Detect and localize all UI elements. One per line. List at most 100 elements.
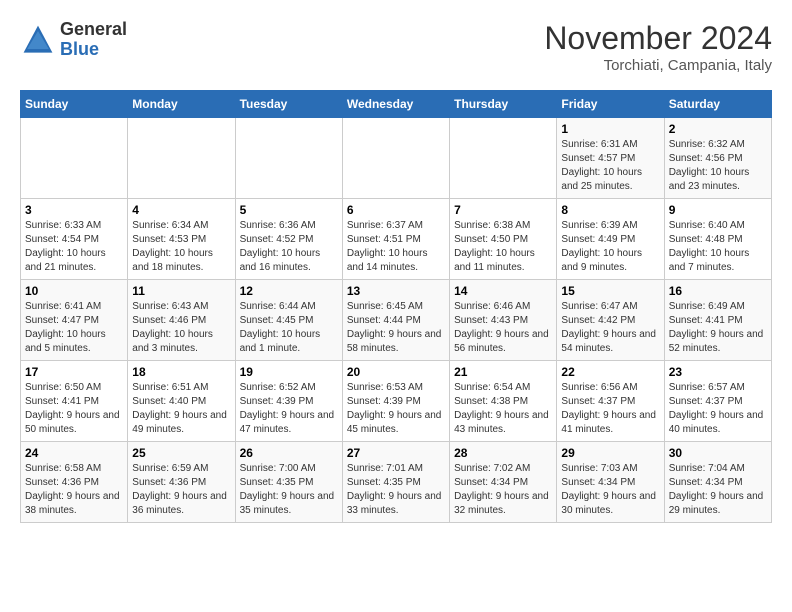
calendar-cell: 26 Sunrise: 7:00 AM Sunset: 4:35 PM Dayli… [235,442,342,523]
day-number: 9 [669,203,767,217]
day-info: Sunrise: 6:54 AM Sunset: 4:38 PM Dayligh… [454,381,552,437]
weekday-header-row: SundayMondayTuesdayWednesdayThursdayFrid… [21,91,772,118]
day-info: Sunrise: 6:44 AM Sunset: 4:45 PM Dayligh… [240,300,338,356]
calendar-cell: 7 Sunrise: 6:38 AM Sunset: 4:50 PM Daylig… [450,199,557,280]
day-number: 13 [347,284,445,298]
day-info: Sunrise: 7:01 AM Sunset: 4:35 PM Dayligh… [347,462,445,518]
day-info: Sunrise: 6:36 AM Sunset: 4:52 PM Dayligh… [240,219,338,275]
calendar-cell: 1Sunrise: 6:31 AM Sunset: 4:57 PM Daylig… [557,118,664,199]
calendar-cell: 4 Sunrise: 6:34 AM Sunset: 4:53 PM Daylig… [128,199,235,280]
location-subtitle: Torchiati, Campania, Italy [544,57,772,74]
title-section: November 2024 Torchiati, Campania, Italy [544,20,772,74]
day-info: Sunrise: 6:49 AM Sunset: 4:41 PM Dayligh… [669,300,767,356]
day-number: 11 [132,284,230,298]
calendar-cell [450,118,557,199]
calendar-cell: 5 Sunrise: 6:36 AM Sunset: 4:52 PM Daylig… [235,199,342,280]
day-info: Sunrise: 6:40 AM Sunset: 4:48 PM Dayligh… [669,219,767,275]
day-number: 27 [347,446,445,460]
day-number: 20 [347,365,445,379]
day-info: Sunrise: 7:04 AM Sunset: 4:34 PM Dayligh… [669,462,767,518]
day-number: 22 [561,365,659,379]
calendar-table: SundayMondayTuesdayWednesdayThursdayFrid… [20,90,772,523]
day-number: 23 [669,365,767,379]
day-number: 19 [240,365,338,379]
day-info: Sunrise: 6:59 AM Sunset: 4:36 PM Dayligh… [132,462,230,518]
day-number: 7 [454,203,552,217]
month-title: November 2024 [544,20,772,57]
day-number: 8 [561,203,659,217]
page-header: General Blue November 2024 Torchiati, Ca… [20,20,772,74]
calendar-cell: 14Sunrise: 6:46 AM Sunset: 4:43 PM Dayli… [450,280,557,361]
day-info: Sunrise: 6:58 AM Sunset: 4:36 PM Dayligh… [25,462,123,518]
day-info: Sunrise: 6:39 AM Sunset: 4:49 PM Dayligh… [561,219,659,275]
day-info: Sunrise: 6:45 AM Sunset: 4:44 PM Dayligh… [347,300,445,356]
logo-text: General Blue [60,20,127,60]
logo-icon [20,22,56,58]
calendar-cell [235,118,342,199]
day-info: Sunrise: 6:34 AM Sunset: 4:53 PM Dayligh… [132,219,230,275]
day-number: 29 [561,446,659,460]
calendar-cell: 16 Sunrise: 6:49 AM Sunset: 4:41 PM Dayli… [664,280,771,361]
calendar-cell: 22Sunrise: 6:56 AM Sunset: 4:37 PM Dayli… [557,361,664,442]
calendar-cell [128,118,235,199]
calendar-week-row: 24Sunrise: 6:58 AM Sunset: 4:36 PM Dayli… [21,442,772,523]
day-number: 6 [347,203,445,217]
day-number: 16 [669,284,767,298]
day-number: 15 [561,284,659,298]
day-number: 2 [669,122,767,136]
calendar-cell [342,118,449,199]
day-info: Sunrise: 6:38 AM Sunset: 4:50 PM Dayligh… [454,219,552,275]
day-info: Sunrise: 6:43 AM Sunset: 4:46 PM Dayligh… [132,300,230,356]
calendar-cell: 10 Sunrise: 6:41 AM Sunset: 4:47 PM Dayli… [21,280,128,361]
weekday-header: Thursday [450,91,557,118]
day-info: Sunrise: 6:51 AM Sunset: 4:40 PM Dayligh… [132,381,230,437]
calendar-week-row: 1Sunrise: 6:31 AM Sunset: 4:57 PM Daylig… [21,118,772,199]
day-number: 12 [240,284,338,298]
calendar-cell: 27 Sunrise: 7:01 AM Sunset: 4:35 PM Dayli… [342,442,449,523]
weekday-header: Monday [128,91,235,118]
calendar-cell: 3 Sunrise: 6:33 AM Sunset: 4:54 PM Daylig… [21,199,128,280]
calendar-cell: 8 Sunrise: 6:39 AM Sunset: 4:49 PM Daylig… [557,199,664,280]
day-number: 26 [240,446,338,460]
day-info: Sunrise: 6:52 AM Sunset: 4:39 PM Dayligh… [240,381,338,437]
day-number: 1 [561,122,659,136]
day-info: Sunrise: 7:03 AM Sunset: 4:34 PM Dayligh… [561,462,659,518]
day-info: Sunrise: 6:47 AM Sunset: 4:42 PM Dayligh… [561,300,659,356]
calendar-cell: 11 Sunrise: 6:43 AM Sunset: 4:46 PM Dayli… [128,280,235,361]
day-number: 10 [25,284,123,298]
calendar-week-row: 17 Sunrise: 6:50 AM Sunset: 4:41 PM Dayli… [21,361,772,442]
calendar-cell: 2 Sunrise: 6:32 AM Sunset: 4:56 PM Daylig… [664,118,771,199]
weekday-header: Wednesday [342,91,449,118]
day-number: 21 [454,365,552,379]
logo-general: General [60,19,127,39]
day-number: 17 [25,365,123,379]
calendar-cell: 6Sunrise: 6:37 AM Sunset: 4:51 PM Daylig… [342,199,449,280]
day-info: Sunrise: 6:33 AM Sunset: 4:54 PM Dayligh… [25,219,123,275]
calendar-cell: 19 Sunrise: 6:52 AM Sunset: 4:39 PM Dayli… [235,361,342,442]
day-number: 3 [25,203,123,217]
day-info: Sunrise: 6:41 AM Sunset: 4:47 PM Dayligh… [25,300,123,356]
day-info: Sunrise: 7:02 AM Sunset: 4:34 PM Dayligh… [454,462,552,518]
calendar-cell: 21 Sunrise: 6:54 AM Sunset: 4:38 PM Dayli… [450,361,557,442]
day-info: Sunrise: 6:32 AM Sunset: 4:56 PM Dayligh… [669,138,767,194]
day-number: 4 [132,203,230,217]
weekday-header: Friday [557,91,664,118]
logo-blue: Blue [60,39,99,59]
calendar-cell: 12 Sunrise: 6:44 AM Sunset: 4:45 PM Dayli… [235,280,342,361]
day-info: Sunrise: 7:00 AM Sunset: 4:35 PM Dayligh… [240,462,338,518]
day-number: 25 [132,446,230,460]
calendar-cell: 9 Sunrise: 6:40 AM Sunset: 4:48 PM Daylig… [664,199,771,280]
day-number: 30 [669,446,767,460]
calendar-cell: 30 Sunrise: 7:04 AM Sunset: 4:34 PM Dayli… [664,442,771,523]
day-info: Sunrise: 6:50 AM Sunset: 4:41 PM Dayligh… [25,381,123,437]
calendar-week-row: 3 Sunrise: 6:33 AM Sunset: 4:54 PM Daylig… [21,199,772,280]
weekday-header: Tuesday [235,91,342,118]
day-info: Sunrise: 6:46 AM Sunset: 4:43 PM Dayligh… [454,300,552,356]
calendar-cell: 18 Sunrise: 6:51 AM Sunset: 4:40 PM Dayli… [128,361,235,442]
calendar-cell: 28Sunrise: 7:02 AM Sunset: 4:34 PM Dayli… [450,442,557,523]
calendar-cell: 23Sunrise: 6:57 AM Sunset: 4:37 PM Dayli… [664,361,771,442]
day-number: 18 [132,365,230,379]
calendar-cell: 25 Sunrise: 6:59 AM Sunset: 4:36 PM Dayli… [128,442,235,523]
day-number: 5 [240,203,338,217]
calendar-cell: 20Sunrise: 6:53 AM Sunset: 4:39 PM Dayli… [342,361,449,442]
